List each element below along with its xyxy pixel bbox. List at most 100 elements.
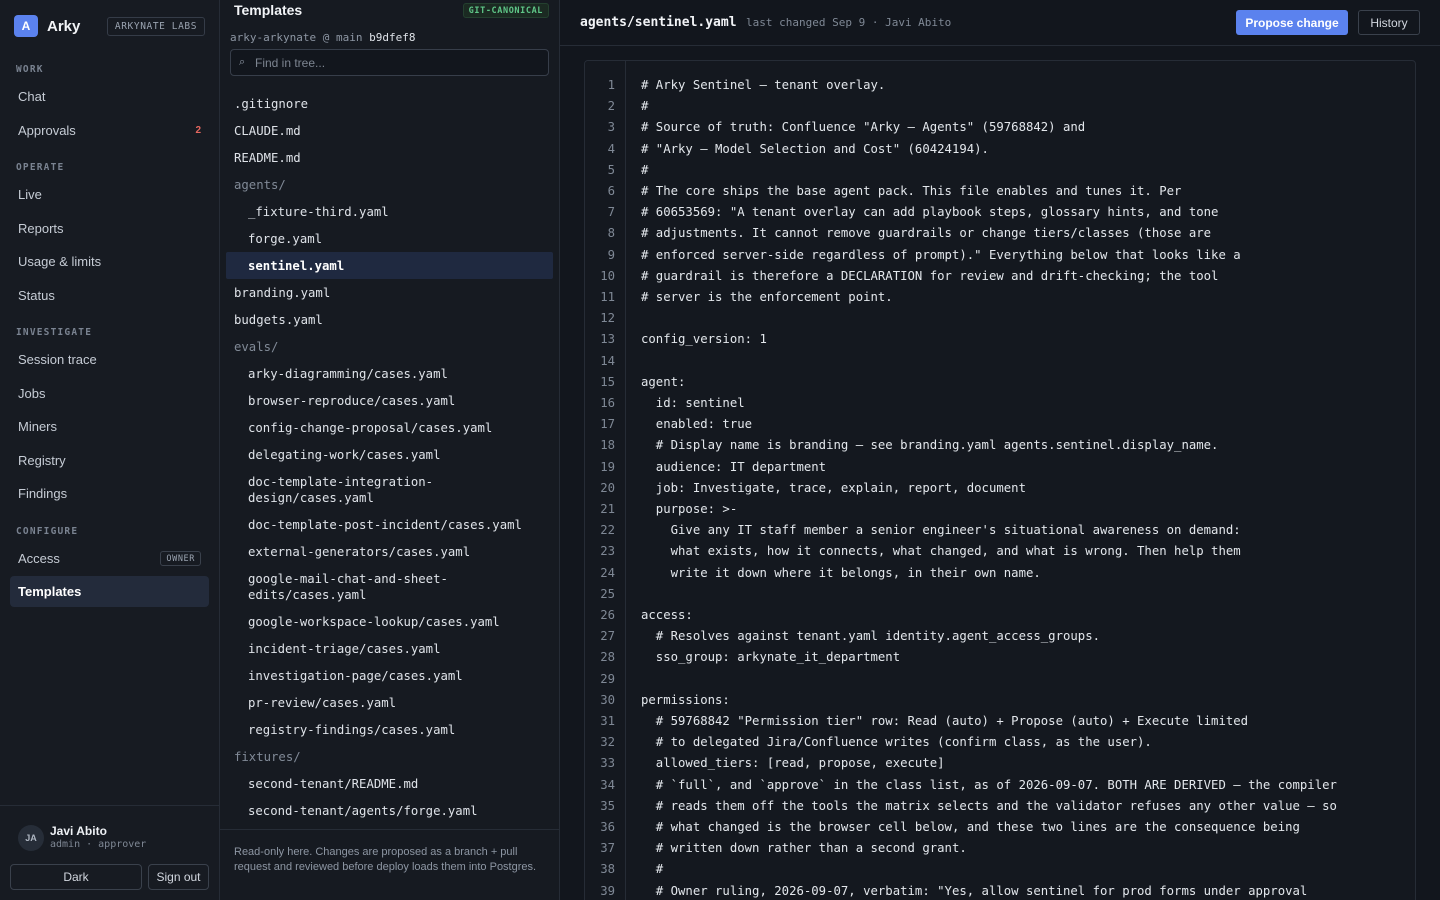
brand-logo: A	[14, 15, 38, 37]
tree-folder[interactable]: evals/	[234, 339, 278, 355]
code-line: config_version: 1	[641, 332, 767, 347]
line-number: 24	[600, 565, 615, 580]
code-line: audience: IT department	[641, 459, 827, 474]
commit-sha[interactable]: b9dfef8	[369, 31, 415, 44]
propose-change-button[interactable]: Propose change	[1236, 10, 1348, 35]
sidebar-item-label: Findings	[18, 486, 68, 501]
sidebar-item-approvals[interactable]: Approvals 2	[10, 115, 209, 146]
panel-title: Templates	[234, 2, 303, 18]
tree-folder[interactable]: fixtures/	[234, 749, 301, 765]
theme-toggle-button[interactable]: Dark	[10, 864, 142, 890]
tree-file[interactable]: second-tenant/README.md	[248, 776, 418, 792]
line-number: 22	[600, 523, 615, 538]
tree-file[interactable]: forge.yaml	[248, 231, 322, 247]
line-number: 10	[600, 268, 615, 283]
sidebar-item-miners[interactable]: Miners	[10, 411, 209, 442]
line-number: 13	[600, 332, 615, 347]
tree-folder[interactable]: agents/	[234, 177, 286, 193]
code-line: enabled: true	[641, 417, 753, 432]
sidebar-item-status[interactable]: Status	[10, 280, 209, 311]
code-line: access:	[641, 608, 693, 622]
user-panel: JA Javi Abito admin · approver Dark Sign…	[0, 805, 219, 900]
avatar[interactable]: JA	[18, 825, 44, 851]
search-icon: ⌕	[239, 56, 246, 68]
tree-file[interactable]: external-generators/cases.yaml	[248, 544, 470, 560]
code-line: #	[641, 99, 649, 114]
tree-file[interactable]: second-tenant/agents/forge.yaml	[248, 803, 478, 819]
tree-file[interactable]: incident-triage/cases.yaml	[248, 641, 441, 657]
sidebar-item-findings[interactable]: Findings	[10, 478, 209, 509]
code-line: write it down where it belongs, in their…	[641, 565, 1041, 580]
history-button[interactable]: History	[1358, 10, 1420, 35]
code-line: # 59768842 "Permission tier" row: Read (…	[641, 714, 1249, 728]
nav-section-operate: OPERATE	[16, 162, 65, 173]
tree-file[interactable]: branding.yaml	[234, 285, 330, 301]
sidebar-item-templates[interactable]: Templates	[10, 576, 209, 607]
sidebar-item-chat[interactable]: Chat	[10, 81, 209, 112]
brand-name: Arky	[47, 17, 81, 35]
tree-file[interactable]: README.md	[234, 150, 301, 166]
line-number: 39	[600, 883, 615, 898]
file-header: agents/sentinel.yaml last changed Sep 9 …	[560, 0, 1440, 46]
tree-file[interactable]: pr-review/cases.yaml	[248, 695, 396, 711]
tree-file[interactable]: budgets.yaml	[234, 312, 323, 328]
tree-file[interactable]: arky-diagramming/cases.yaml	[248, 366, 448, 382]
brand[interactable]: A Arky	[14, 15, 80, 37]
code-line: Give any IT staff member a senior engine…	[641, 523, 1241, 538]
line-number: 23	[600, 544, 615, 559]
code-line: # adjustments. It cannot remove guardrai…	[641, 226, 1212, 241]
sidebar-item-live[interactable]: Live	[10, 179, 209, 210]
line-number: 3	[607, 120, 615, 135]
tree-file[interactable]: registry-findings/cases.yaml	[248, 722, 455, 738]
code-line: # Arky Sentinel — tenant overlay.	[641, 78, 886, 92]
code-line: # `full`, and `approve` in the class lis…	[641, 777, 1337, 792]
tree-file[interactable]: delegating-work/cases.yaml	[248, 447, 441, 463]
template-tree-panel: Templates GIT-CANONICAL arky-arkynate @ …	[220, 0, 560, 900]
code-line: # to delegated Jira/Confluence writes (c…	[641, 735, 1152, 750]
sidebar-item-session-trace[interactable]: Session trace	[10, 344, 209, 375]
sidebar-item-jobs[interactable]: Jobs	[10, 378, 209, 409]
nav-section-investigate: INVESTIGATE	[16, 327, 93, 338]
tree-file-selected[interactable]: sentinel.yaml	[226, 252, 553, 279]
tree-file[interactable]: doc-template-post-incident/cases.yaml	[248, 517, 522, 533]
code-line: # enforced server-side regardless of pro…	[641, 247, 1241, 262]
sidebar-item-usage-limits[interactable]: Usage & limits	[10, 246, 209, 277]
code-line: # guardrail is therefore a DECLARATION f…	[641, 268, 1219, 283]
sidebar-item-reports[interactable]: Reports	[10, 213, 209, 244]
code-line: # Source of truth: Confluence "Arky — Ag…	[641, 120, 1086, 135]
code-line: what exists, how it connects, what chang…	[641, 544, 1241, 559]
tree-file[interactable]: config-change-proposal/cases.yaml	[248, 420, 492, 436]
sidebar-item-label: Reports	[18, 221, 64, 236]
sidebar-item-access[interactable]: Access OWNER	[10, 543, 209, 574]
org-badge[interactable]: ARKYNATE LABS	[107, 17, 205, 36]
line-number: 20	[600, 480, 615, 495]
line-number: 34	[600, 777, 615, 792]
tree-file[interactable]: google-workspace-lookup/cases.yaml	[248, 614, 500, 630]
line-number: 31	[600, 714, 615, 728]
tree-search-input[interactable]	[255, 55, 535, 70]
tree-file[interactable]: doc-template-integration- design/cases.y…	[248, 474, 433, 506]
line-number: 25	[600, 586, 615, 601]
code-line: # Resolves against tenant.yaml identity.…	[641, 629, 1101, 644]
line-number: 18	[600, 438, 615, 453]
sign-out-button[interactable]: Sign out	[148, 864, 209, 890]
line-number: 12	[600, 311, 615, 326]
line-number: 21	[600, 502, 615, 516]
tree-file[interactable]: .gitignore	[234, 96, 308, 112]
line-number: 4	[607, 141, 615, 156]
repo-branch: arky-arkynate @ main	[230, 31, 363, 44]
code-viewer[interactable]: 1 2 3 4 5 6 7 8 9 10 11 12 13 14 15 16 17 18 19 20 21 22 23 24 2…	[584, 60, 1416, 900]
code-line: # The core ships the base agent pack. Th…	[641, 184, 1182, 198]
line-number: 14	[600, 353, 615, 368]
sidebar-item-registry[interactable]: Registry	[10, 445, 209, 476]
tree-file[interactable]: investigation-page/cases.yaml	[248, 668, 463, 684]
tree-file[interactable]: google-mail-chat-and-sheet- edits/cases.…	[248, 571, 448, 603]
code-line: #	[641, 862, 664, 877]
tree-file[interactable]: CLAUDE.md	[234, 123, 301, 139]
tree-file[interactable]: _fixture-third.yaml	[248, 204, 389, 220]
line-number: 38	[600, 862, 615, 877]
tree-file[interactable]: browser-reproduce/cases.yaml	[248, 393, 455, 409]
tree-search[interactable]: ⌕	[230, 49, 549, 76]
sidebar-item-label: Registry	[18, 453, 66, 468]
file-last-changed: last changed Sep 9 · Javi Abito	[746, 16, 952, 29]
